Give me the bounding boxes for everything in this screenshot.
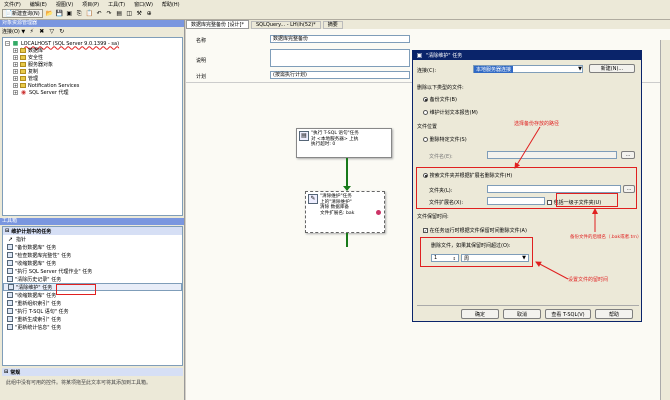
annotation-arrows <box>514 126 598 280</box>
arrow-path <box>514 126 541 169</box>
arrow-age <box>535 261 569 280</box>
